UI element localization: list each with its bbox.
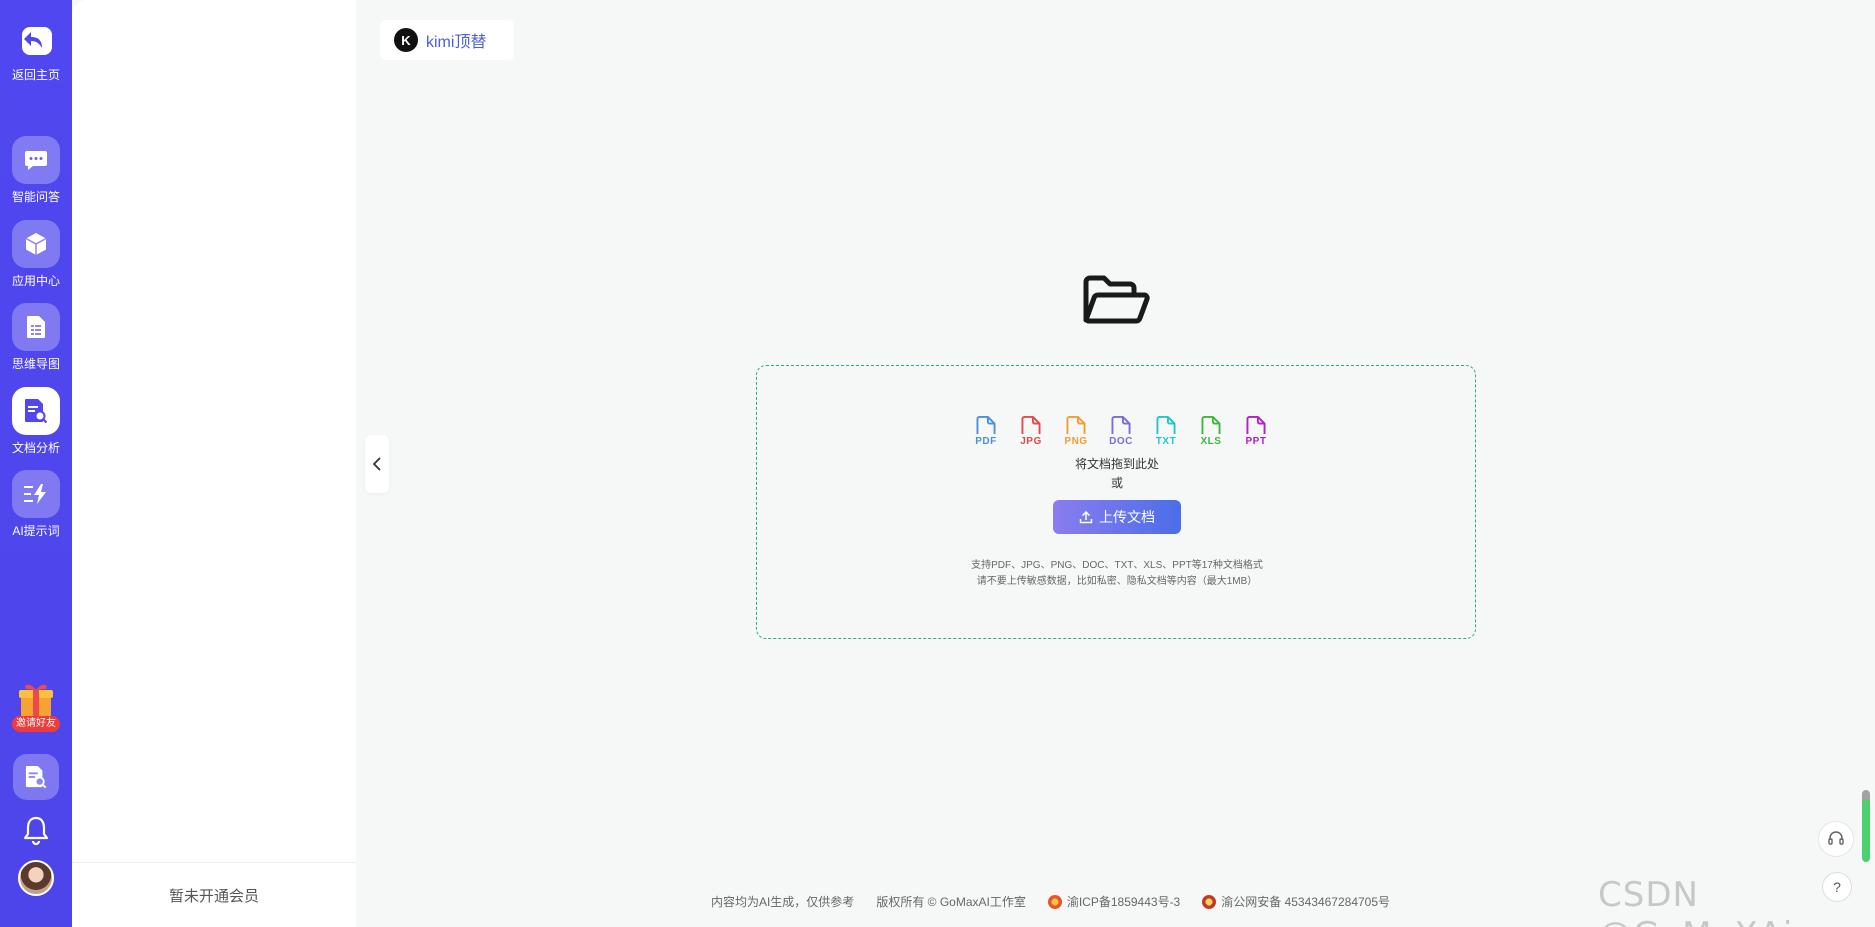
- rail-label-smart-qa: 智能问答: [11, 190, 60, 204]
- police-record[interactable]: 渝公网安备 45343467284705号: [1202, 893, 1390, 910]
- file-type-ppt-icon: PPT: [1241, 416, 1271, 448]
- file-type-pdf-icon: PDF: [971, 416, 1001, 448]
- copyright: 版权所有 © GoMaxAI工作室: [876, 895, 1026, 909]
- history-panel: 暂未开通会员: [72, 0, 356, 927]
- rail-label-doc-analysis: 文档分析: [11, 441, 60, 455]
- file-type-jpg-icon: JPG: [1016, 416, 1046, 448]
- file-type-icons: PDF JPG PNG DOC TXT XLS PPT: [971, 416, 1271, 450]
- rail-item-ai-prompts[interactable]: AI提示词: [0, 470, 72, 538]
- notification-bell-icon[interactable]: [22, 815, 50, 846]
- file-type-png-icon: PNG: [1061, 416, 1091, 448]
- rail-item-smart-qa[interactable]: 智能问答: [0, 136, 72, 204]
- upload-button-label: 上传文档: [1099, 509, 1155, 525]
- rail-item-doc-analysis[interactable]: 文档分析: [0, 387, 72, 455]
- rail-label-mindmap: 思维导图: [11, 357, 60, 371]
- headset-icon: [1828, 831, 1844, 845]
- supported-formats-note: 支持PDF、JPG、PNG、DOC、TXT、XLS、PPT等17种文档格式 请不…: [757, 558, 1477, 590]
- panel-divider: [72, 862, 356, 863]
- membership-status[interactable]: 暂未开通会员: [72, 885, 356, 906]
- collapse-panel-button[interactable]: [365, 435, 389, 493]
- sensitive-data-warning: 请不要上传敏感数据，比如私密、隐私文档等内容（最大1MB）: [976, 576, 1258, 587]
- icp-record-label: 渝ICP备1859443号-3: [1066, 895, 1181, 909]
- icp-badge-icon: [1047, 894, 1062, 909]
- doc-search-icon: [12, 387, 60, 435]
- upload-dropzone[interactable]: PDF JPG PNG DOC TXT XLS PPT 将文档拖到此处 或 上传文档 支持P…: [756, 365, 1476, 639]
- upload-icon: [1079, 510, 1093, 524]
- file-type-label: DOC: [1109, 436, 1133, 447]
- file-type-label: PDF: [975, 436, 997, 447]
- drag-hint: 将文档拖到此处: [1074, 457, 1159, 471]
- rail-item-mindmap[interactable]: 思维导图: [0, 303, 72, 371]
- home-button[interactable]: 返回主页: [0, 18, 72, 82]
- customer-service-button[interactable]: [1818, 821, 1854, 857]
- file-type-label: JPG: [1020, 436, 1042, 447]
- user-avatar[interactable]: [18, 860, 54, 896]
- model-selector-chip[interactable]: K kimi顶替: [380, 20, 514, 60]
- invite-friends-label: 邀请好友: [12, 716, 60, 732]
- police-record-label: 渝公网安备 45343467284705号: [1221, 895, 1391, 909]
- file-type-txt-icon: TXT: [1151, 416, 1181, 448]
- open-folder-icon: [1080, 270, 1152, 330]
- scroll-indicator[interactable]: [1862, 790, 1870, 862]
- return-home-icon: [14, 18, 58, 62]
- model-label: kimi顶替: [426, 34, 487, 51]
- police-badge-icon: [1202, 894, 1217, 909]
- home-label: 返回主页: [11, 68, 60, 82]
- supported-formats-line: 支持PDF、JPG、PNG、DOC、TXT、XLS、PPT等17种文档格式: [971, 560, 1263, 571]
- chat-bubble-icon: [12, 136, 60, 184]
- doc-search-icon: [13, 754, 59, 800]
- rail-item-app-center[interactable]: 应用中心: [0, 220, 72, 288]
- file-type-xls-icon: XLS: [1196, 416, 1226, 448]
- kimi-logo-icon: K: [394, 28, 418, 52]
- invite-friends-button[interactable]: 邀请好友: [12, 680, 60, 734]
- left-rail: 返回主页 智能问答 应用中心 思维导图 文档分析 AI提示词 邀请好友: [0, 0, 72, 927]
- file-type-label: XLS: [1200, 436, 1222, 447]
- rail-label-ai-prompts: AI提示词: [12, 524, 60, 538]
- or-separator: 或: [1110, 476, 1123, 490]
- rail-label-app-center: 应用中心: [11, 274, 60, 288]
- rail-doc-shortcut[interactable]: [0, 754, 72, 800]
- file-type-doc-icon: DOC: [1106, 416, 1136, 448]
- chevron-left-icon: [372, 457, 381, 471]
- lightning-list-icon: [12, 470, 60, 518]
- cube-icon: [12, 220, 60, 268]
- csdn-watermark: CSDN @GoMaXAi: [1598, 875, 1792, 927]
- upload-document-button[interactable]: 上传文档: [1053, 500, 1181, 534]
- gift-icon: [19, 684, 53, 718]
- file-type-label: PPT: [1245, 436, 1267, 447]
- ai-disclaimer: 内容均为AI生成，仅供参考: [710, 895, 855, 909]
- file-type-label: TXT: [1155, 436, 1177, 447]
- icp-record[interactable]: 渝ICP备1859443号-3: [1047, 893, 1181, 910]
- file-type-label: PNG: [1064, 436, 1088, 447]
- mindmap-doc-icon: [12, 303, 60, 351]
